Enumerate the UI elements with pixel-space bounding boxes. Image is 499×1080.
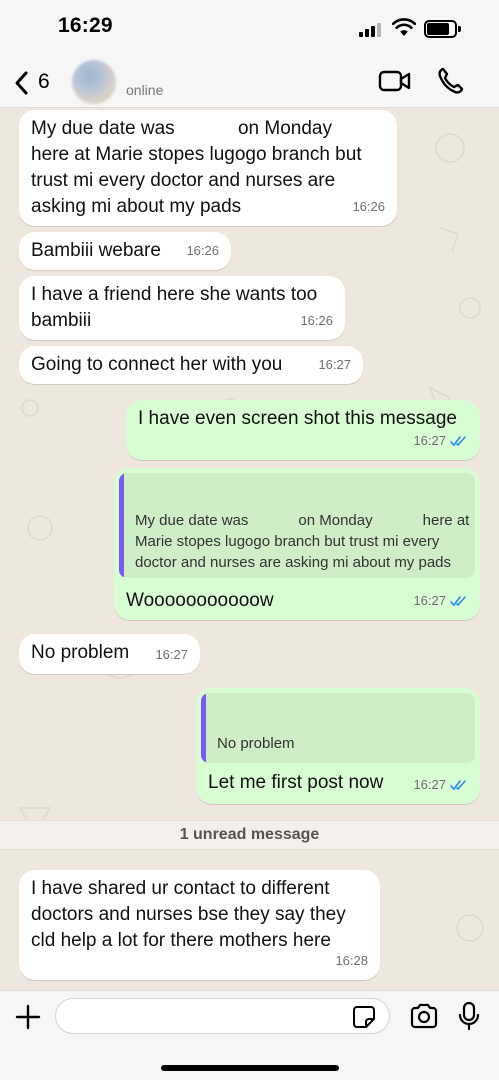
double-check-icon (450, 780, 466, 791)
plus-icon[interactable] (14, 1003, 42, 1031)
message-time: 16:27 (155, 647, 188, 662)
battery-icon (424, 20, 462, 38)
quoted-text: No problem (217, 735, 295, 752)
message-time: 16:26 (300, 313, 333, 328)
contact-status: online (126, 82, 164, 98)
double-check-icon (450, 436, 466, 447)
wifi-icon (392, 18, 416, 36)
home-indicator[interactable] (161, 1065, 339, 1071)
unread-chats-count: 6 (38, 70, 50, 93)
sticker-icon[interactable] (352, 1005, 376, 1029)
status-time: 16:29 (58, 14, 113, 37)
chat-area[interactable]: My due date was on Monday here at Marie … (0, 108, 499, 990)
camera-icon[interactable] (409, 1003, 439, 1029)
message-input[interactable] (55, 998, 390, 1034)
microphone-icon[interactable] (458, 1001, 480, 1031)
message-bubble-incoming[interactable]: No problem 16:27 (19, 634, 200, 674)
message-text: I have shared ur contact to different do… (31, 878, 346, 951)
message-bubble-incoming[interactable]: Bambiii webare 16:26 (19, 232, 231, 270)
message-text: Let me first post now (208, 772, 384, 793)
message-text: Wooooooooooow (126, 590, 274, 611)
message-bubble-incoming[interactable]: I have shared ur contact to different do… (19, 870, 380, 980)
chat-header: 6 online (0, 58, 499, 108)
status-bar: 16:29 (0, 0, 499, 58)
message-time: 16:28 (335, 953, 368, 968)
chevron-left-icon (15, 71, 28, 95)
composer-bar (0, 990, 499, 1080)
message-bubble-incoming[interactable]: I have a friend here she wants too bambi… (19, 276, 345, 340)
unread-messages-banner: 1 unread message (0, 820, 499, 850)
message-text: My due date was on Monday here at Marie … (31, 118, 362, 217)
quote-accent-bar (201, 693, 206, 763)
message-bubble-incoming[interactable]: Going to connect her with you 16:27 (19, 346, 363, 384)
back-button[interactable]: 6 (12, 66, 62, 100)
message-time: 16:27 (413, 428, 468, 454)
contact-avatar[interactable] (72, 60, 116, 104)
message-time: 16:27 (413, 772, 468, 798)
message-time: 16:26 (352, 199, 385, 214)
message-bubble-outgoing[interactable]: No problem Let me first post now 16:27 (196, 688, 480, 804)
message-text: I have a friend here she wants too bambi… (31, 284, 318, 331)
double-check-icon (450, 596, 466, 607)
message-bubble-outgoing[interactable]: I have even screen shot this message 16:… (126, 400, 480, 460)
quoted-message[interactable]: My due date was on Monday here at Marie … (119, 473, 475, 578)
cellular-signal-icon (359, 23, 383, 37)
quoted-text: My due date was on Monday here at Marie … (135, 512, 470, 571)
message-time: 16:27 (318, 357, 351, 372)
quoted-message[interactable]: No problem (201, 693, 475, 763)
message-bubble-incoming[interactable]: My due date was on Monday here at Marie … (19, 110, 397, 226)
message-text: Going to connect her with you (31, 354, 283, 375)
video-call-button[interactable] (378, 68, 412, 94)
message-bubble-outgoing[interactable]: My due date was on Monday here at Marie … (114, 468, 480, 620)
message-time: 16:27 (413, 588, 468, 614)
quote-accent-bar (119, 473, 124, 578)
message-time: 16:26 (186, 243, 219, 258)
voice-call-button[interactable] (436, 66, 464, 96)
